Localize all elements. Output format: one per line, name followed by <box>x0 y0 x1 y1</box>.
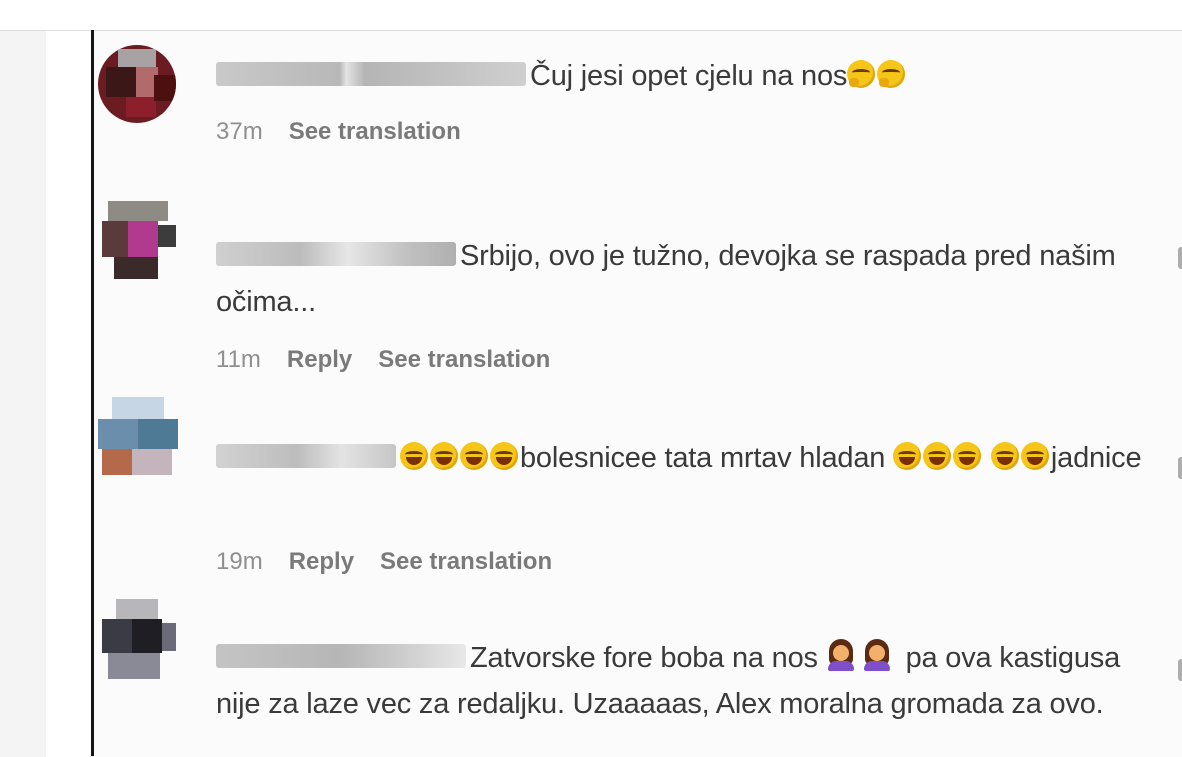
redacted-username[interactable] <box>216 644 466 669</box>
reply-link[interactable]: Reply <box>289 548 354 575</box>
avatar[interactable] <box>98 45 176 123</box>
avatar-pixelated-image <box>98 397 178 479</box>
tears-of-joy-icon <box>923 442 952 471</box>
avatar[interactable] <box>98 201 176 281</box>
woman-facepalming-icon <box>862 639 892 672</box>
redacted-username[interactable] <box>216 62 526 87</box>
see-translation-link[interactable]: See translation <box>378 346 550 373</box>
tears-of-joy-icon <box>430 442 458 471</box>
comment-text: Srbijo, ovo je tužno, devojka se raspada… <box>216 240 1116 318</box>
comment: Zatvorske fore boba na nos pa ova kastig… <box>94 599 1182 757</box>
comment-timestamp: 11m <box>216 346 261 373</box>
avatar-pixelated-image <box>98 45 176 123</box>
comment: bolesnicee tata mrtav hladan jadnice 19m… <box>94 397 1182 597</box>
top-strip <box>0 0 1182 30</box>
tears-of-joy-icon <box>893 442 922 471</box>
redacted-username[interactable] <box>216 242 456 267</box>
tears-of-joy-icon <box>400 442 428 471</box>
tears-of-joy-icon <box>953 442 982 471</box>
redacted-username[interactable] <box>216 444 396 469</box>
avatar[interactable] <box>98 599 176 691</box>
comment: Srbijo, ovo je tužno, devojka se raspada… <box>94 201 1182 391</box>
gutter-gap <box>46 30 91 757</box>
tears-of-joy-icon <box>1020 442 1049 471</box>
comment-timestamp: 37m <box>216 118 263 145</box>
avatar-pixelated-image <box>98 201 176 281</box>
more-options-icon[interactable] <box>1178 659 1182 681</box>
see-translation-link[interactable]: See translation <box>289 118 461 145</box>
comment-text: Čuj jesi opet cjelu na nos <box>216 53 1146 99</box>
comment-meta: 19m Reply See translation <box>216 547 578 577</box>
comment-list: Čuj jesi opet cjelu na nos 37m See transl… <box>94 30 1182 757</box>
thinking-face-icon <box>877 60 906 89</box>
comment: Čuj jesi opet cjelu na nos 37m See transl… <box>94 31 1182 181</box>
woman-facepalming-icon <box>826 639 856 672</box>
see-translation-link[interactable]: See translation <box>380 548 552 575</box>
avatar-pixelated-image <box>98 599 176 691</box>
comment-meta: 11m Reply See translation <box>216 345 576 375</box>
more-options-icon[interactable] <box>1178 247 1182 269</box>
avatar[interactable] <box>98 397 178 479</box>
thinking-face-icon <box>847 60 876 89</box>
comment-timestamp: 19m <box>216 548 263 575</box>
tears-of-joy-icon <box>460 442 488 471</box>
tears-of-joy-icon <box>990 442 1019 471</box>
tears-of-joy-icon <box>490 442 518 471</box>
reply-link[interactable]: Reply <box>287 346 352 373</box>
comment-meta: 37m See translation <box>216 117 487 147</box>
more-options-icon[interactable] <box>1178 457 1182 479</box>
comment-text: bolesnicee tata mrtav hladan jadnice <box>216 435 1146 481</box>
comment-text: Zatvorske fore boba na nos pa ova kastig… <box>216 635 1146 727</box>
left-gutter <box>0 30 46 757</box>
